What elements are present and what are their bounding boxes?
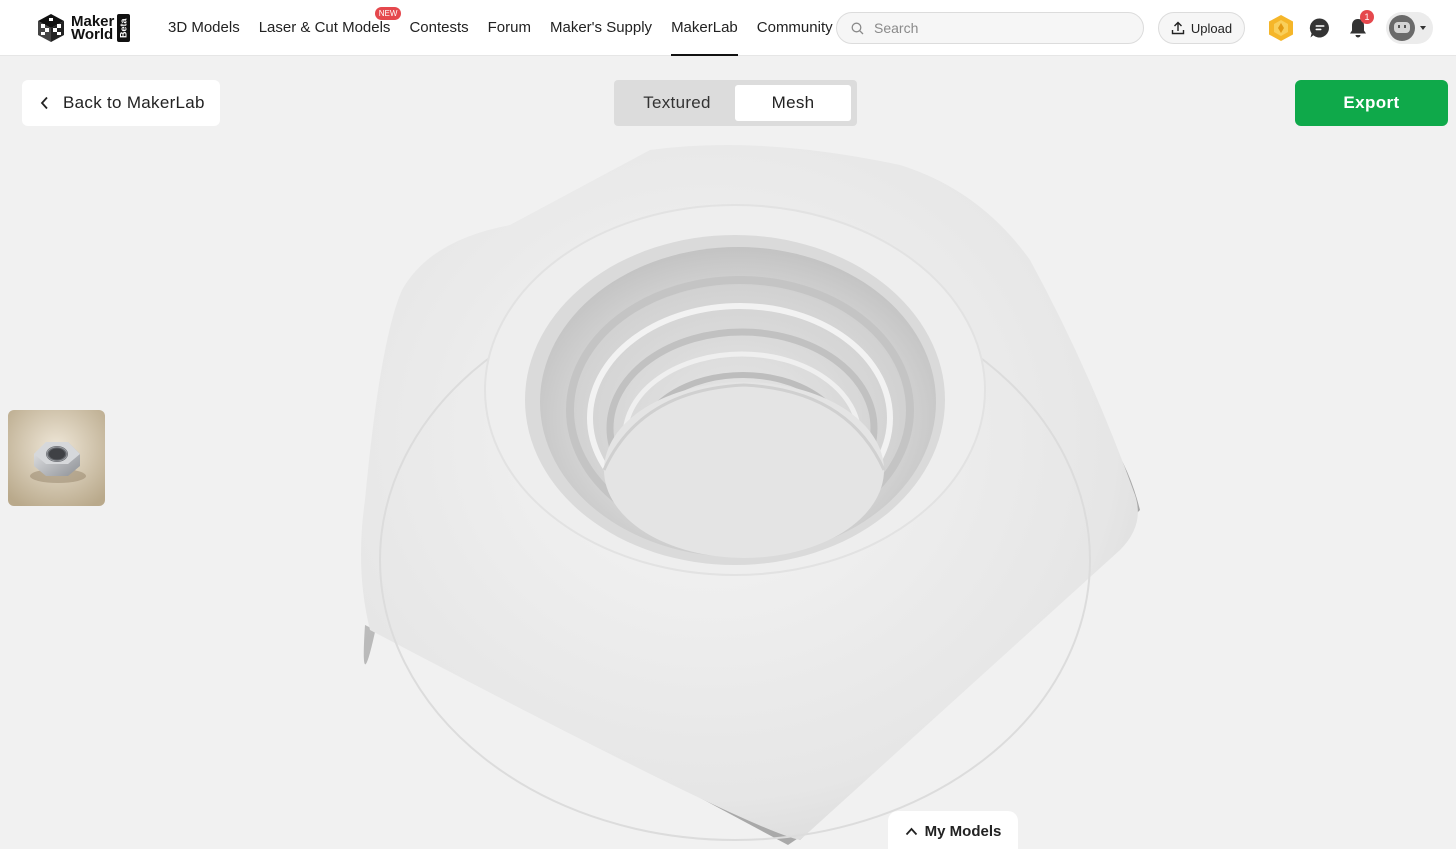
- points-hexagon-icon: [1269, 15, 1293, 41]
- makerworld-logo[interactable]: Maker World Beta: [36, 12, 131, 44]
- toggle-textured[interactable]: Textured: [619, 85, 735, 121]
- nav-label: MakerLab: [671, 19, 738, 36]
- search-icon: [851, 22, 864, 34]
- notification-count-badge: 1: [1360, 10, 1374, 24]
- nav-item-laser-cut-models[interactable]: Laser & Cut Models NEW: [258, 0, 402, 56]
- makerworld-cube-icon: [38, 14, 64, 42]
- view-mode-toggle: Textured Mesh: [614, 80, 857, 126]
- search-box[interactable]: [836, 12, 1144, 44]
- upload-button[interactable]: Upload: [1158, 12, 1245, 44]
- top-navigation-bar: Maker World Beta 3D Models Laser & Cut M…: [0, 0, 1456, 56]
- nav-item-3d-models[interactable]: 3D Models: [168, 0, 240, 56]
- reference-image-thumbnail[interactable]: [8, 410, 105, 506]
- my-models-label: My Models: [924, 822, 1002, 840]
- chevron-left-icon: [40, 96, 48, 110]
- nav-item-contests[interactable]: Contests: [409, 0, 468, 56]
- messages-button[interactable]: [1306, 14, 1334, 42]
- nav-label: Laser & Cut Models: [258, 19, 391, 36]
- search-input[interactable]: [874, 20, 1114, 36]
- avatar: [1389, 15, 1415, 41]
- chat-bubble-icon: [1309, 18, 1329, 38]
- logo-word-world: World: [71, 26, 114, 43]
- toggle-mesh[interactable]: Mesh: [735, 85, 851, 121]
- export-button[interactable]: Export: [1295, 80, 1448, 126]
- main-nav: 3D Models Laser & Cut Models NEW Contest…: [168, 0, 852, 56]
- logo-wordmark: Maker World: [71, 14, 114, 43]
- nav-label: Maker's Supply: [549, 19, 653, 36]
- my-models-drawer-toggle[interactable]: My Models: [888, 811, 1018, 849]
- chevron-up-icon: [905, 827, 917, 835]
- nav-label: 3D Models: [168, 19, 240, 36]
- nav-item-makerlab[interactable]: MakerLab: [671, 0, 738, 56]
- hex-nut-photo: [8, 410, 105, 506]
- account-menu[interactable]: [1386, 12, 1433, 44]
- new-badge: NEW: [374, 7, 402, 20]
- nav-label: Contests: [409, 19, 469, 36]
- upload-icon: [1171, 21, 1185, 35]
- upload-label: Upload: [1190, 20, 1233, 36]
- nav-label: Forum: [487, 19, 531, 36]
- nav-item-makers-supply[interactable]: Maker's Supply: [550, 0, 652, 56]
- hex-nut-mesh-model: [361, 145, 1140, 845]
- chevron-down-icon: [1420, 26, 1426, 30]
- back-to-makerlab-button[interactable]: Back to MakerLab: [22, 80, 220, 126]
- nav-label: Community: [756, 19, 833, 36]
- back-label: Back to MakerLab: [63, 93, 205, 112]
- points-button[interactable]: [1267, 14, 1295, 42]
- model-3d-viewport[interactable]: [340, 140, 1160, 849]
- nav-item-community[interactable]: Community: [757, 0, 833, 56]
- nav-item-forum[interactable]: Forum: [488, 0, 531, 56]
- beta-tag: Beta: [117, 14, 131, 42]
- notifications-button[interactable]: 1: [1344, 10, 1374, 42]
